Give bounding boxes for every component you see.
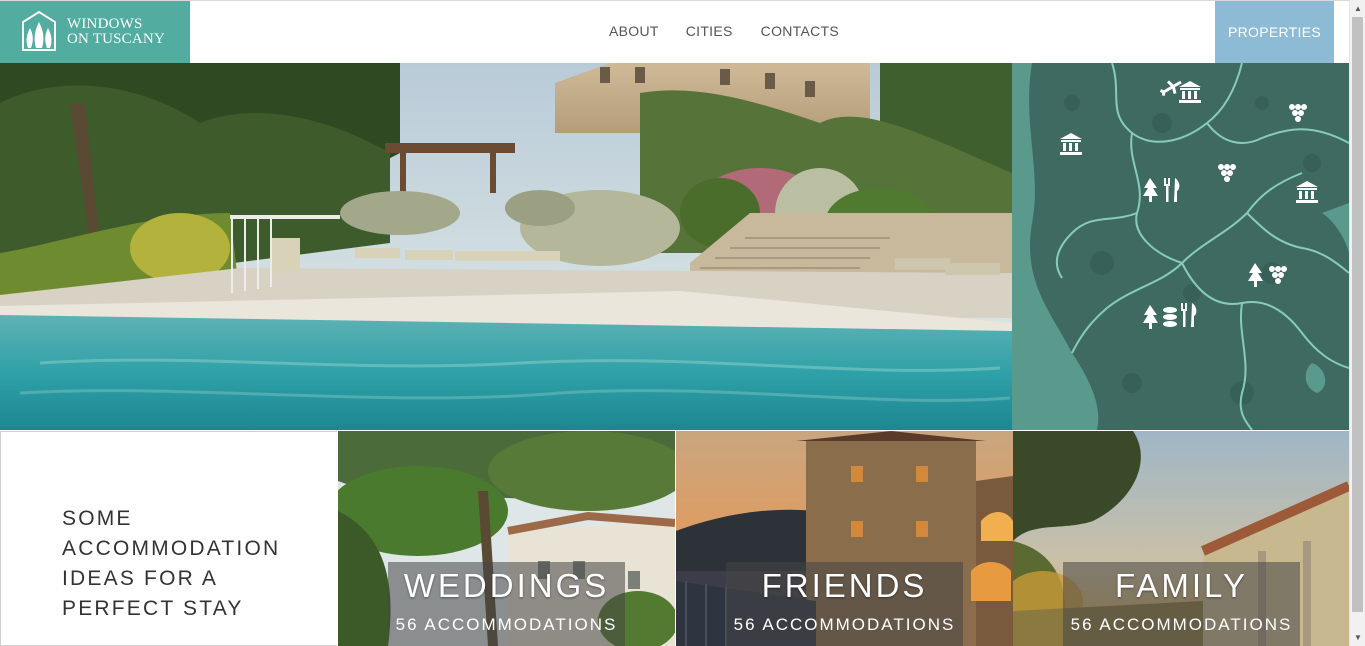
friends-count: 56 ACCOMMODATIONS <box>733 615 956 634</box>
scroll-thumb[interactable] <box>1352 17 1363 612</box>
logo-line-2: ON TUSCANY <box>67 31 165 47</box>
family-count: 56 ACCOMMODATIONS <box>1070 615 1293 634</box>
nav-about[interactable]: ABOUT <box>609 23 659 39</box>
weddings-title: WEDDINGS <box>403 567 610 604</box>
intro-line-2: ACCOMMODATION <box>62 537 281 560</box>
properties-button[interactable]: PROPERTIES <box>1215 1 1334 63</box>
intro-line-4: PERFECT STAY <box>62 597 244 620</box>
main-nav: ABOUT CITIES CONTACTS <box>596 23 852 39</box>
scroll-down-arrow-icon[interactable]: ▼ <box>1350 629 1365 646</box>
food-icon <box>1163 307 1177 327</box>
intro-line-3: IDEAS FOR A <box>62 567 219 590</box>
accommodation-ideas-intro: SOME ACCOMMODATION IDEAS FOR A PERFECT S… <box>0 431 337 646</box>
logo-text: WINDOWS ON TUSCANY <box>67 17 165 47</box>
scroll-up-arrow-icon[interactable]: ▲ <box>1350 0 1365 17</box>
category-tile-weddings[interactable]: WEDDINGS 56 ACCOMMODATIONS <box>338 431 675 646</box>
intro-heading: SOME ACCOMMODATION IDEAS FOR A PERFECT S… <box>62 504 312 624</box>
category-tile-family[interactable]: FAMILY 56 ACCOMMODATIONS <box>1013 431 1349 646</box>
friends-title: FRIENDS <box>761 567 928 604</box>
site-header: WINDOWS ON TUSCANY ABOUT CITIES CONTACTS… <box>0 0 1349 63</box>
weddings-count: 56 ACCOMMODATIONS <box>395 615 618 634</box>
family-title: FAMILY <box>1115 567 1248 604</box>
hero-image-villa-pool <box>0 63 1012 430</box>
site-logo[interactable]: WINDOWS ON TUSCANY <box>0 1 190 63</box>
nav-cities[interactable]: CITIES <box>686 23 733 39</box>
logo-line-1: WINDOWS <box>67 16 143 32</box>
nav-contacts[interactable]: CONTACTS <box>761 23 839 39</box>
category-tile-friends[interactable]: FRIENDS 56 ACCOMMODATIONS <box>676 431 1013 646</box>
intro-line-1: SOME <box>62 507 133 530</box>
page-scrollbar[interactable]: ▲ ▼ <box>1349 0 1365 646</box>
logo-cypress-icon <box>22 10 56 51</box>
tuscany-map[interactable] <box>1012 63 1349 430</box>
